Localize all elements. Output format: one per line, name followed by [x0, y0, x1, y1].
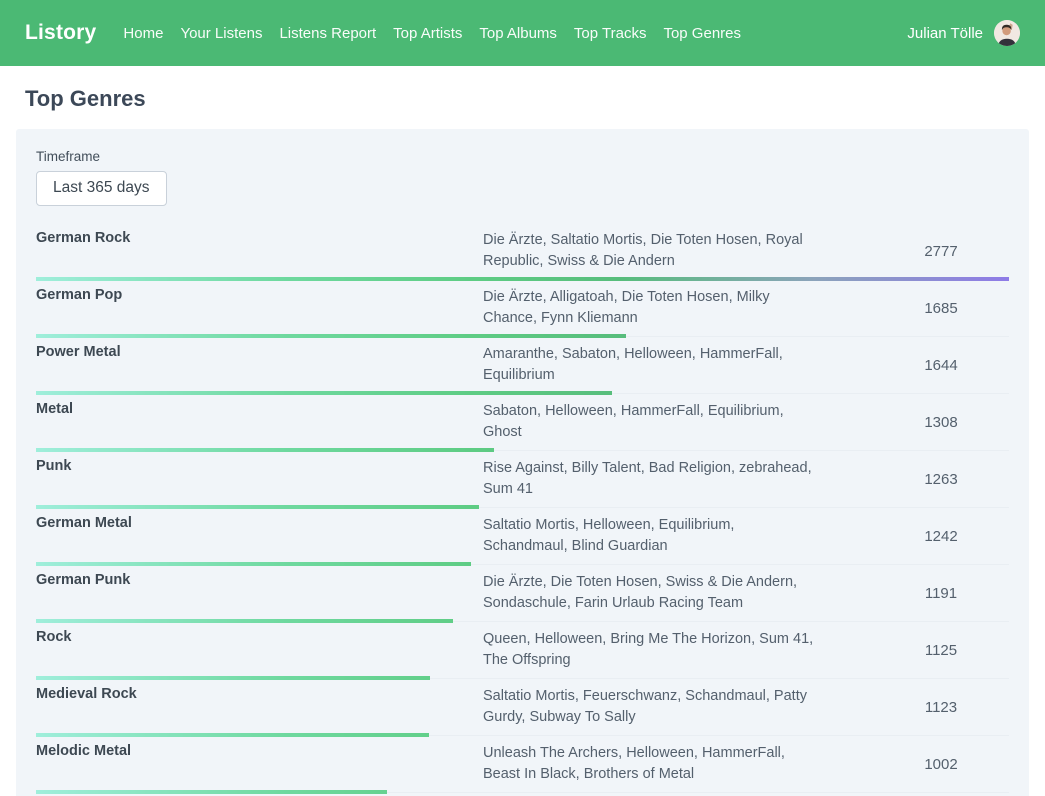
nav-item-top-genres[interactable]: Top Genres [663, 25, 741, 42]
genre-top-artists: Rise Against, Billy Talent, Bad Religion… [483, 458, 873, 500]
genre-top-artists: Amaranthe, Sabaton, Helloween, HammerFal… [483, 344, 873, 386]
genre-top-artists: Sabaton, Helloween, HammerFall, Equilibr… [483, 401, 873, 443]
genre-progress-bar [36, 334, 626, 338]
genre-row: Punk Rise Against, Billy Talent, Bad Rel… [36, 451, 1009, 508]
nav-item-top-tracks[interactable]: Top Tracks [574, 25, 647, 42]
genre-name: Power Metal [36, 344, 483, 386]
genre-progress-bar [36, 676, 430, 680]
genre-listen-count: 1191 [873, 572, 1009, 614]
genre-name: Metal [36, 401, 483, 443]
genre-progress-bar [36, 619, 453, 623]
genre-listen-count: 1308 [873, 401, 1009, 443]
brand-logo[interactable]: Listory [25, 21, 96, 45]
genre-row: Medieval Rock Saltatio Mortis, Feuerschw… [36, 679, 1009, 736]
genre-progress-bar-fill [36, 619, 453, 623]
top-navbar: Listory Home Your Listens Listens Report To… [0, 0, 1045, 66]
genre-name: Medieval Rock [36, 686, 483, 728]
genre-top-artists: Unleash The Archers, Helloween, HammerFa… [483, 743, 873, 785]
genre-top-artists: Die Ärzte, Saltatio Mortis, Die Toten Ho… [483, 230, 873, 272]
genre-name: Melodic Metal [36, 743, 483, 785]
page-title: Top Genres [25, 86, 1020, 112]
genre-progress-bar-fill [36, 334, 626, 338]
genre-name: German Metal [36, 515, 483, 557]
genre-progress-bar-fill [36, 562, 471, 566]
genre-listen-count: 2777 [873, 230, 1009, 272]
genre-progress-bar [36, 391, 612, 395]
genre-progress-bar-fill [36, 277, 1009, 281]
user-avatar[interactable] [994, 20, 1020, 46]
genre-row: Power Metal Amaranthe, Sabaton, Hellowee… [36, 337, 1009, 394]
genre-listen-count: 1263 [873, 458, 1009, 500]
genre-listen-count: 1123 [873, 686, 1009, 728]
genre-top-artists: Saltatio Mortis, Feuerschwanz, Schandmau… [483, 686, 873, 728]
timeframe-label: Timeframe [36, 149, 1009, 164]
user-menu[interactable]: Julian Tölle [907, 20, 1020, 46]
nav-item-home[interactable]: Home [123, 25, 163, 42]
genre-progress-bar-fill [36, 448, 494, 452]
genre-top-artists: Die Ärzte, Die Toten Hosen, Swiss & Die … [483, 572, 873, 614]
genre-progress-bar-fill [36, 790, 387, 794]
genre-row: Rock Queen, Helloween, Bring Me The Hori… [36, 622, 1009, 679]
genre-row: German Metal Saltatio Mortis, Helloween,… [36, 508, 1009, 565]
genre-row: German Punk Die Ärzte, Die Toten Hosen, … [36, 565, 1009, 622]
user-name-label: Julian Tölle [907, 25, 983, 42]
top-genres-card: Timeframe Last 365 days German Rock Die … [16, 129, 1029, 796]
genre-progress-bar [36, 562, 471, 566]
genre-progress-bar-fill [36, 505, 479, 509]
genre-name: German Rock [36, 230, 483, 272]
genre-progress-bar [36, 733, 429, 737]
genre-progress-bar-fill [36, 391, 612, 395]
genre-progress-bar-fill [36, 733, 429, 737]
genre-listen-count: 1685 [873, 287, 1009, 329]
genre-listen-count: 1644 [873, 344, 1009, 386]
genre-top-artists: Queen, Helloween, Bring Me The Horizon, … [483, 629, 873, 671]
genre-progress-bar [36, 790, 387, 794]
genre-row: Melodic Metal Unleash The Archers, Hello… [36, 736, 1009, 793]
genre-name: Rock [36, 629, 483, 671]
nav-links: Home Your Listens Listens Report Top Artist… [123, 25, 741, 42]
genre-listen-count: 1002 [873, 743, 1009, 785]
genre-top-artists: Die Ärzte, Alligatoah, Die Toten Hosen, … [483, 287, 873, 329]
genre-top-artists: Saltatio Mortis, Helloween, Equilibrium,… [483, 515, 873, 557]
genre-row: Metal Sabaton, Helloween, HammerFall, Eq… [36, 394, 1009, 451]
nav-item-top-artists[interactable]: Top Artists [393, 25, 462, 42]
nav-item-listens-report[interactable]: Listens Report [279, 25, 376, 42]
genre-listen-count: 1242 [873, 515, 1009, 557]
genre-progress-bar [36, 505, 479, 509]
genre-progress-bar-fill [36, 676, 430, 680]
genre-progress-bar [36, 277, 1009, 281]
timeframe-select[interactable]: Last 365 days [36, 171, 167, 206]
nav-item-your-listens[interactable]: Your Listens [180, 25, 262, 42]
genre-listen-count: 1125 [873, 629, 1009, 671]
genre-name: German Pop [36, 287, 483, 329]
genre-row: German Pop Die Ärzte, Alligatoah, Die To… [36, 280, 1009, 337]
genre-table: German Rock Die Ärzte, Saltatio Mortis, … [36, 223, 1009, 796]
genre-progress-bar [36, 448, 494, 452]
genre-row: German Rock Die Ärzte, Saltatio Mortis, … [36, 223, 1009, 280]
genre-name: Punk [36, 458, 483, 500]
genre-name: German Punk [36, 572, 483, 614]
nav-item-top-albums[interactable]: Top Albums [479, 25, 557, 42]
user-photo-avatar-icon [994, 20, 1020, 46]
